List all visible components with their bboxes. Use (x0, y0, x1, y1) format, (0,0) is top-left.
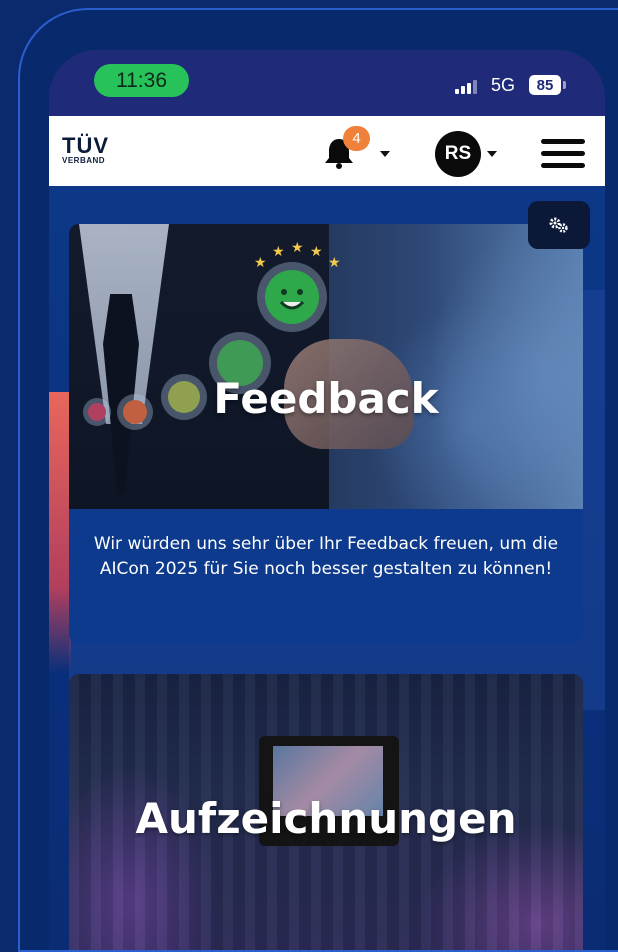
feedback-title: Feedback (213, 374, 439, 423)
svg-text:★: ★ (328, 255, 341, 271)
settings-button[interactable] (528, 201, 590, 249)
battery-level: 85 (529, 75, 561, 95)
very-happy-face-icon (257, 262, 327, 332)
user-chevron-down-icon[interactable] (487, 151, 497, 157)
star-rating-icon: ★ ★ ★ ★ ★ (254, 242, 341, 271)
network-type: 5G (491, 75, 516, 95)
feedback-description: Wir würden uns sehr über Ihr Feedback fr… (93, 534, 559, 579)
svg-text:★: ★ (291, 242, 304, 256)
recordings-title: Aufzeichnungen (135, 794, 517, 843)
app-header: TÜV VERBAND 4 RS (49, 116, 605, 186)
svg-text:★: ★ (310, 244, 323, 260)
status-time: 11:36 (94, 64, 189, 97)
status-bar: 11:36 5G 85 (49, 50, 605, 116)
notification-badge: 4 (343, 126, 370, 151)
logo-main-text: TÜV (62, 133, 109, 158)
notifications-chevron-down-icon[interactable] (380, 151, 390, 157)
battery-icon (563, 81, 566, 89)
feedback-image: ★ ★ ★ ★ ★ Feedback (69, 224, 583, 509)
svg-text:★: ★ (254, 255, 267, 271)
feedback-card[interactable]: ★ ★ ★ ★ ★ Feedback Wir würden uns sehr ü… (69, 224, 583, 644)
app-screen: 11:36 5G 85 TÜV VERBAND 4 RS ★ ★ ★ ★ ★ F… (49, 50, 605, 950)
tuev-logo[interactable]: TÜV VERBAND (62, 133, 109, 166)
recordings-card[interactable]: Aufzeichnungen (69, 674, 583, 950)
decorative-accent-bar (49, 392, 71, 672)
logo-sub-text: VERBAND (62, 156, 106, 165)
svg-text:★: ★ (272, 244, 285, 260)
gears-icon (549, 217, 568, 233)
hamburger-menu-icon[interactable] (541, 139, 585, 169)
user-avatar[interactable]: RS (435, 131, 481, 177)
signal-icon (455, 80, 479, 94)
